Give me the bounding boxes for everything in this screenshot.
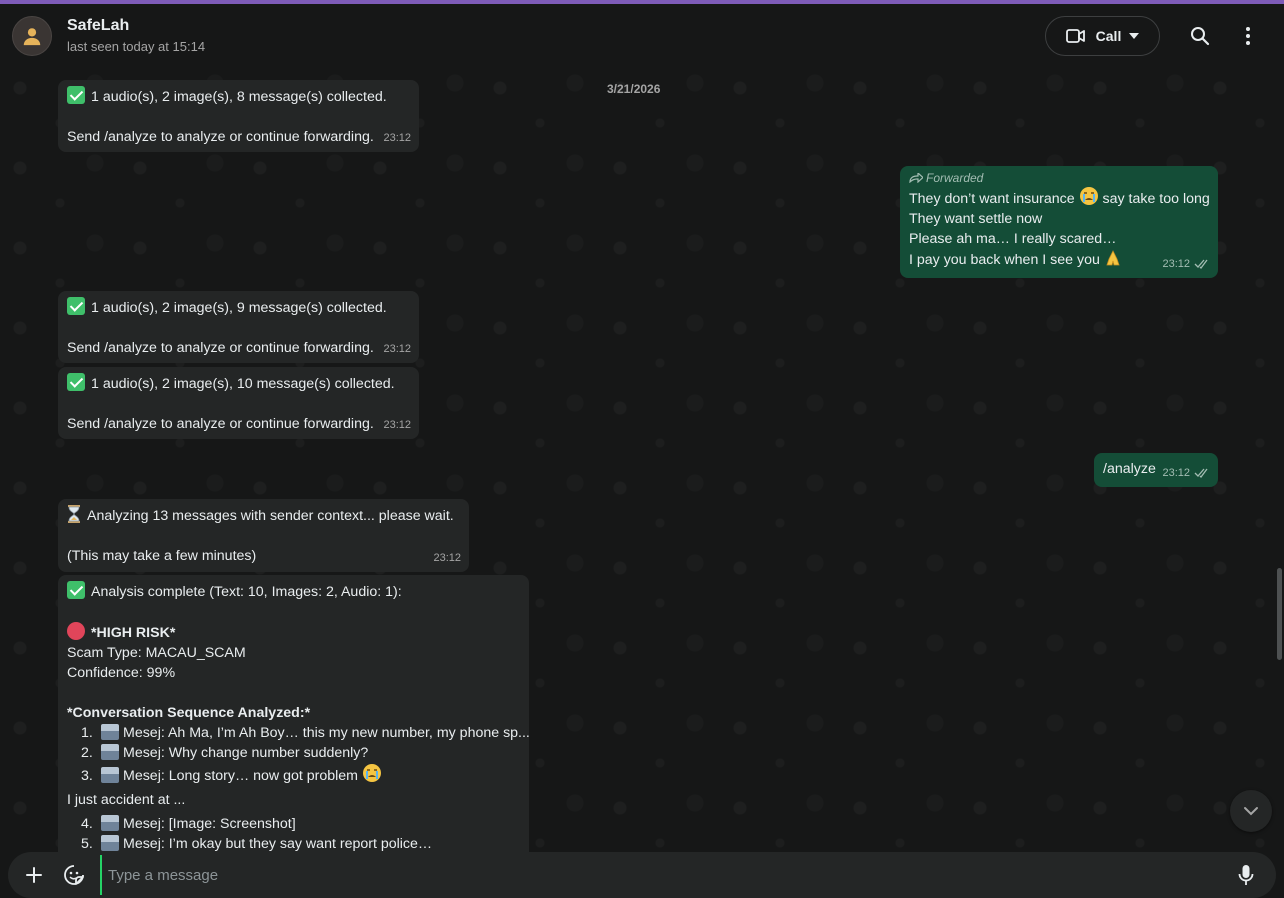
search-button[interactable] [1180,16,1220,56]
message-outgoing[interactable]: /analyze 23:12 [1094,453,1218,487]
voice-message-button[interactable] [1226,855,1266,895]
sequence-list: 4. Mesej: [Image: Screenshot] 5. Mesej: I’… [67,814,520,852]
list-item: 1. Mesej: Ah Ma, I’m Ah Boy… this my new … [81,724,530,741]
menu-button[interactable] [1228,16,1268,56]
confidence: Confidence: 99% [67,665,176,681]
more-vertical-icon [1246,27,1250,45]
message-text: 1 audio(s), 2 image(s), 9 message(s) col… [91,300,387,316]
list-item: 4. Mesej: [Image: Screenshot] [81,815,296,832]
person-icon [23,28,41,46]
scam-type: Scam Type: MACAU_SCAM [67,645,246,661]
inbox-tray-icon [101,744,119,760]
message-text: say take too long [1098,191,1210,207]
inbox-tray-icon [101,835,119,851]
message-time: 23:12 [383,343,411,355]
check-mark-icon [67,297,85,315]
inbox-tray-icon [101,724,119,740]
check-mark-icon [67,86,85,104]
sticker-icon [64,865,84,885]
check-mark-icon [67,373,85,391]
message-text: 1 audio(s), 2 image(s), 8 message(s) col… [91,89,387,105]
list-item: 2. Mesej: Why change number suddenly? [81,744,369,761]
chevron-down-icon [1244,807,1258,816]
plus-icon [26,867,42,883]
message-incoming[interactable]: 1 audio(s), 2 image(s), 10 message(s) co… [58,367,419,439]
inbox-tray-icon [101,815,119,831]
message-text: Analyzing 13 messages with sender contex… [87,508,454,524]
scroll-to-bottom-button[interactable] [1230,790,1272,832]
forwarded-label: Forwarded [926,171,984,185]
red-circle-icon [67,622,85,640]
message-text: They don’t want insurance [909,191,1079,207]
double-check-icon [1194,468,1208,478]
call-button[interactable]: Call [1045,16,1160,56]
message-incoming[interactable]: 1 audio(s), 2 image(s), 9 message(s) col… [58,291,419,363]
chat-header: SafeLah last seen today at 15:14 Call [0,4,1284,68]
microphone-icon [1238,865,1254,885]
message-time: 23:12 [433,552,461,564]
folded-hands-icon [1106,250,1120,266]
list-item: 5. Mesej: I’m okay but they say want repo… [81,835,433,852]
message-text: Send /analyze to analyze or continue for… [67,340,374,356]
message-text: Send /analyze to analyze or continue for… [67,416,374,432]
hourglass-icon [68,505,80,523]
message-text: They want settle now [909,211,1043,227]
inbox-tray-icon [101,767,119,783]
message-time: 23:12 [1162,467,1190,479]
message-text: Please ah ma… I really scared… [909,231,1117,247]
chat-area[interactable]: 3/21/2026 1 audio(s), 2 image(s), 8 mess… [0,68,1284,852]
avatar[interactable] [12,16,52,56]
message-text: I just accident at ... [67,792,186,808]
message-incoming[interactable]: Analyzing 13 messages with sender contex… [58,499,469,572]
scrollbar-thumb[interactable] [1277,568,1282,660]
attach-button[interactable] [14,855,54,895]
crying-face-icon [362,764,381,782]
sequence-heading: *Conversation Sequence Analyzed:* [67,705,311,721]
message-incoming-analysis[interactable]: Analysis complete (Text: 10, Images: 2, … [58,575,530,852]
list-item: 3. Mesej: Long story… now got problem [81,763,520,786]
message-text: Send /analyze to analyze or continue for… [67,129,374,145]
message-text: (This may take a few minutes) [67,548,257,564]
date-separator: 3/21/2026 [607,82,661,96]
message-time: 23:12 [383,419,411,431]
contact-name: SafeLah [67,17,130,34]
contact-info[interactable]: SafeLah last seen today at 15:14 [67,16,205,56]
message-text: Analysis complete (Text: 10, Images: 2, … [91,584,402,600]
message-text: 1 audio(s), 2 image(s), 10 message(s) co… [91,376,395,392]
chevron-down-icon [1129,33,1140,39]
message-time: 23:12 [1162,258,1190,270]
message-text: I pay you back when I see you [909,252,1104,268]
header-actions: Call [1045,16,1268,56]
double-check-icon [1194,259,1208,269]
message-outgoing[interactable]: Forwarded They don’t want insurance say … [900,166,1218,278]
search-icon [1191,27,1210,46]
message-input[interactable] [100,855,1226,895]
crying-face-icon [1079,187,1098,205]
sticker-button[interactable] [54,855,94,895]
message-composer [8,852,1276,898]
contact-last-seen: last seen today at 15:14 [67,39,206,54]
forwarded-icon [909,171,924,184]
message-time: 23:12 [383,132,411,144]
check-mark-icon [67,581,85,599]
scrollbar-track[interactable] [1277,68,1282,852]
video-camera-icon [1065,29,1085,43]
call-button-label: Call [1095,28,1122,44]
message-incoming[interactable]: 1 audio(s), 2 image(s), 8 message(s) col… [58,80,419,152]
risk-level: *HIGH RISK* [91,625,176,641]
sequence-list: 1. Mesej: Ah Ma, I’m Ah Boy… this my new … [67,723,530,786]
